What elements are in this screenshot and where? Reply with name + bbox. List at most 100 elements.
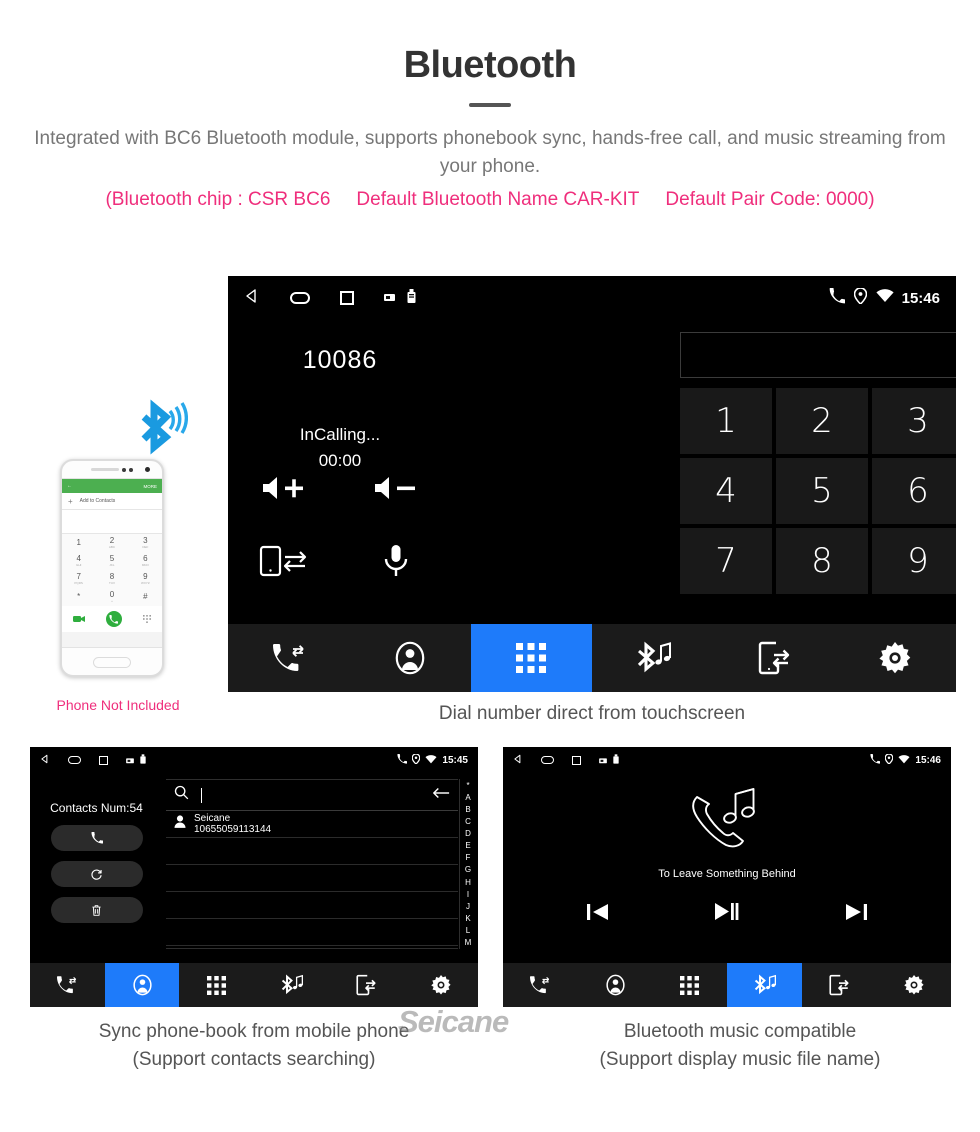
key-1[interactable]: 1 [680, 388, 772, 454]
phone-key[interactable]: 4 GHI [62, 552, 95, 570]
nav-settings[interactable] [403, 963, 478, 1007]
key-4[interactable]: 4 [680, 458, 772, 524]
phone-keypad[interactable]: 1 2 ABC 3 DEF 4 GHI 5 JKL 6 MNO 7 PQRS 8 TUV 9W… [62, 534, 162, 606]
home-pill-icon[interactable] [541, 756, 554, 764]
next-track-button[interactable] [845, 903, 867, 926]
call-info-panel: 10086 InCalling... 00:00 [228, 320, 452, 624]
recent-square-icon[interactable] [99, 755, 108, 765]
alpha-index-item[interactable]: F [466, 853, 471, 862]
phone-screen: ← MORE + Add to Contacts 1 2 ABC 3 DEF 4 GH… [62, 478, 162, 648]
nav-bluetooth-music[interactable] [727, 963, 802, 1007]
nav-call-log[interactable] [30, 963, 105, 1007]
alpha-index-item[interactable]: G [465, 865, 471, 874]
contact-row[interactable]: Seicane 10655059113144 [166, 811, 458, 838]
nav-phone-link[interactable] [329, 963, 404, 1007]
home-pill-icon[interactable] [68, 756, 81, 764]
nav-contacts[interactable] [349, 624, 470, 692]
phone-call-button[interactable] [105, 611, 122, 627]
volume-up-icon[interactable] [261, 475, 307, 506]
phone-key[interactable]: 7 PQRS [62, 570, 95, 588]
alpha-index-item[interactable]: C [465, 817, 471, 826]
recent-square-icon[interactable] [572, 755, 581, 765]
key-9[interactable]: 9 [872, 528, 956, 594]
alpha-index-item[interactable]: M [465, 938, 472, 947]
sync-contacts-button[interactable] [50, 861, 143, 887]
nav-phone-link[interactable] [713, 624, 834, 692]
number-input[interactable] [680, 332, 956, 378]
phone-home-button[interactable] [62, 648, 162, 675]
left-arrow-icon[interactable] [432, 786, 450, 804]
key-7[interactable]: 7 [680, 528, 772, 594]
alpha-index-item[interactable]: D [465, 829, 471, 838]
volume-down-icon[interactable] [373, 475, 419, 506]
key-6[interactable]: 6 [872, 458, 956, 524]
phone-key[interactable]: * [62, 588, 95, 606]
delete-contacts-button[interactable] [50, 897, 143, 923]
call-contact-button[interactable] [50, 825, 143, 851]
sdcard-icon [126, 751, 134, 769]
phone-key[interactable]: 8 TUV [95, 570, 128, 588]
alpha-index-item[interactable]: A [465, 793, 470, 802]
key-8[interactable]: 8 [776, 528, 868, 594]
nav-keypad[interactable] [652, 963, 727, 1007]
phone-icon [829, 287, 845, 309]
phone-key-letters: JKL [109, 563, 115, 567]
contact-row-empty [166, 919, 458, 946]
phone-key[interactable]: # [129, 588, 162, 606]
location-pin-icon [412, 751, 421, 769]
back-triangle-icon[interactable] [40, 751, 50, 769]
nav-contacts[interactable] [104, 963, 180, 1007]
phone-key[interactable]: 2 ABC [95, 534, 128, 552]
phone-key[interactable]: 1 [62, 534, 95, 552]
phone-key[interactable]: 9 WXYZ [129, 570, 162, 588]
nav-keypad[interactable] [470, 624, 592, 692]
recent-square-icon[interactable] [340, 291, 354, 305]
play-pause-button[interactable] [715, 902, 739, 926]
phone-icon [870, 751, 881, 769]
contacts-list: Seicane 10655059113144 [166, 779, 458, 949]
music-caption: Bluetooth music compatible (Support disp… [500, 1018, 980, 1074]
phone-key-letters: DEF [142, 545, 149, 549]
key-2[interactable]: 2 [776, 388, 868, 454]
key-3[interactable]: 3 [872, 388, 956, 454]
phone-key[interactable]: 3 DEF [129, 534, 162, 552]
nav-phone-link[interactable] [802, 963, 877, 1007]
nav-bluetooth-music[interactable] [254, 963, 329, 1007]
alpha-index-item[interactable]: B [465, 805, 470, 814]
alpha-index-item[interactable]: E [465, 841, 470, 850]
nav-keypad[interactable] [179, 963, 254, 1007]
back-triangle-icon[interactable] [244, 288, 260, 309]
nav-bluetooth-music[interactable] [592, 624, 713, 692]
contacts-count: Contacts Num:54 [50, 801, 143, 815]
alpha-index-item[interactable]: J [466, 902, 470, 911]
previous-track-button[interactable] [587, 903, 609, 926]
microphone-icon[interactable] [383, 544, 409, 583]
back-triangle-icon[interactable] [513, 751, 523, 769]
alpha-index[interactable]: * A B C D E F G H I J K L M [459, 779, 476, 949]
home-pill-icon[interactable] [290, 292, 310, 304]
alpha-index-item[interactable]: I [467, 890, 469, 899]
phone-video-call-icon[interactable] [72, 610, 85, 628]
alpha-index-item[interactable]: K [465, 914, 470, 923]
nav-contacts[interactable] [578, 963, 653, 1007]
phone-earpiece [62, 461, 162, 478]
nav-call-log[interactable] [228, 624, 349, 692]
phone-key-letters: PQRS [74, 581, 83, 585]
transfer-audio-icon[interactable] [259, 545, 309, 582]
phone-key[interactable]: 5 JKL [95, 552, 128, 570]
add-to-contacts-row[interactable]: + Add to Contacts [62, 493, 162, 510]
key-5[interactable]: 5 [776, 458, 868, 524]
contacts-search-bar[interactable] [166, 780, 458, 811]
nav-settings[interactable] [835, 624, 956, 692]
nav-settings[interactable] [876, 963, 951, 1007]
phone-icon [397, 751, 408, 769]
alpha-index-item[interactable]: * [466, 781, 469, 790]
phone-key[interactable]: 6 MNO [129, 552, 162, 570]
alpha-index-item[interactable]: H [465, 878, 471, 887]
nav-call-log[interactable] [503, 963, 578, 1007]
alpha-index-item[interactable]: L [466, 926, 470, 935]
phone-number-field[interactable] [62, 510, 162, 534]
phone-key[interactable]: 0 + [95, 588, 128, 606]
phone-keypad-toggle-icon[interactable] [143, 610, 152, 628]
track-title: To Leave Something Behind [658, 868, 796, 880]
